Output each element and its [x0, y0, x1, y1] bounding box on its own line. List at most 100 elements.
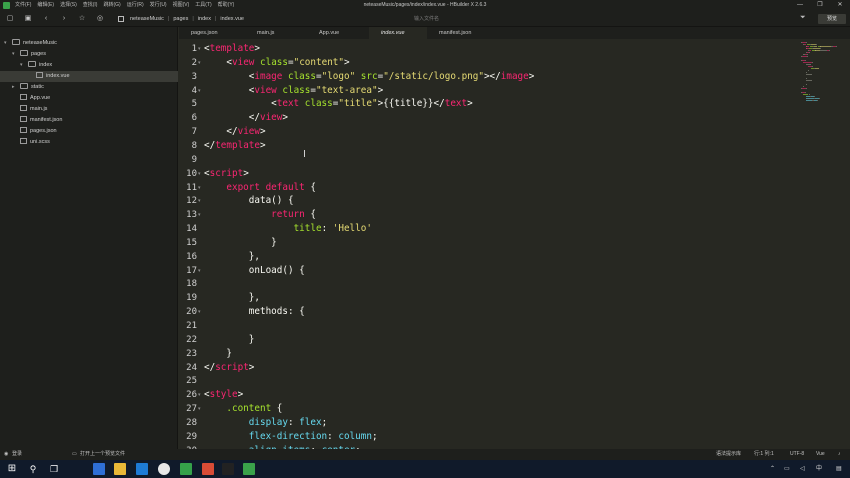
file-search-input[interactable]: 输入文件名 — [404, 14, 494, 24]
volume-icon[interactable]: ◁ — [800, 460, 805, 478]
minimap-stroke — [805, 72, 807, 73]
tree-item-index[interactable]: ▾ index — [20, 60, 52, 71]
cursor-position[interactable]: 行:1 列:1 — [754, 449, 774, 460]
fold-chevron-icon[interactable]: ▾ — [198, 84, 201, 98]
user-icon[interactable]: ◉ — [4, 449, 8, 460]
tree-item-uni-scss[interactable]: uni.scss — [20, 137, 50, 148]
syntax-hint-lib[interactable]: 语法提示库 — [716, 449, 741, 460]
bell-icon[interactable]: ♪ — [838, 449, 841, 460]
fold-chevron-icon[interactable]: ▾ — [198, 388, 201, 402]
code-token: image — [500, 70, 529, 82]
breadcrumb-pages[interactable]: pages — [173, 16, 188, 22]
breadcrumb-project[interactable]: neteaseMusic — [130, 16, 164, 22]
tree-item-index-vue[interactable]: index.vue — [0, 71, 178, 82]
tab-pages-json[interactable]: pages.json — [179, 27, 245, 39]
save-icon[interactable]: ▣ — [24, 14, 32, 23]
code-token: < — [204, 98, 277, 110]
forward-icon[interactable]: › — [60, 14, 68, 23]
fold-chevron-icon[interactable]: ▾ — [198, 264, 201, 278]
fold-chevron-icon[interactable]: ▾ — [198, 194, 201, 208]
code-token: > — [243, 167, 249, 179]
code-token: : — [321, 223, 333, 235]
fold-chevron-icon[interactable]: ▾ — [198, 181, 201, 195]
line-number: 5 — [191, 99, 197, 110]
code-token: : — [287, 416, 300, 428]
tree-item-main-js[interactable]: main.js — [20, 104, 47, 115]
chrome-icon[interactable] — [158, 463, 170, 475]
ime-icon[interactable]: 中 — [816, 460, 822, 478]
file-explorer-icon[interactable] — [114, 463, 126, 475]
tree-item-manifest-json[interactable]: manifest.json — [20, 115, 62, 126]
maximize-button[interactable]: ❐ — [810, 0, 830, 11]
fold-chevron-icon[interactable]: ▾ — [198, 208, 201, 222]
task-view-icon[interactable]: ❐ — [48, 463, 60, 475]
windows-start-icon[interactable]: ⊞ — [6, 463, 18, 475]
login-link[interactable]: 登录 — [12, 449, 22, 460]
back-icon[interactable]: ‹ — [42, 14, 50, 23]
run-icon[interactable]: ◎ — [96, 14, 104, 23]
filter-icon[interactable]: ⏷ — [800, 14, 806, 22]
minimap-stroke — [803, 94, 809, 95]
line-number: 22 — [186, 334, 197, 345]
fold-chevron-icon[interactable]: ▾ — [198, 402, 201, 416]
minimap-stroke — [816, 44, 817, 45]
tree-item-pages-json[interactable]: pages.json — [20, 126, 57, 137]
code-token: ; — [321, 416, 328, 428]
close-button[interactable]: ✕ — [830, 0, 850, 11]
code-line: <template> — [204, 42, 260, 56]
tab-app-vue[interactable]: App.vue — [307, 27, 369, 39]
code-line: <view class="content"> — [204, 56, 349, 70]
app-icon-red[interactable] — [202, 463, 214, 475]
fold-chevron-icon[interactable]: ▾ — [198, 56, 201, 70]
code-token: class — [260, 56, 288, 68]
chevron-right-icon: ▸ — [12, 84, 15, 90]
code-line: <style> — [204, 388, 243, 402]
tree-item-project[interactable]: ▾ neteaseMusic — [4, 38, 57, 49]
app-icon-1[interactable] — [93, 463, 105, 475]
tab-index-vue[interactable]: index.vue — [369, 27, 427, 39]
hbuilder-icon[interactable] — [180, 463, 192, 475]
tab-manifest-json[interactable]: manifest.json — [427, 27, 501, 39]
terminal-icon[interactable] — [222, 463, 234, 475]
tree-item-app-vue[interactable]: App.vue — [20, 93, 50, 104]
encoding[interactable]: UTF-8 — [790, 449, 804, 460]
line-number: 1 — [191, 44, 197, 54]
tab-main-js[interactable]: main.js — [245, 27, 307, 39]
notification-icon[interactable]: ▤ — [836, 460, 842, 478]
code-token: { — [304, 209, 316, 221]
hbuilderx-icon[interactable] — [243, 463, 255, 475]
line-number: 28 — [186, 417, 197, 428]
code-token: : — [327, 430, 339, 442]
breadcrumb-index[interactable]: index — [198, 16, 211, 22]
fold-chevron-icon[interactable]: ▾ — [198, 305, 201, 319]
minimap-stroke — [835, 46, 837, 47]
file-icon — [36, 72, 43, 78]
code-token: > — [282, 112, 288, 124]
new-file-icon[interactable]: ▢ — [6, 14, 14, 23]
status-hint[interactable]: 打开上一个预览文件 — [80, 449, 125, 460]
tree-item-pages[interactable]: ▾ pages — [12, 49, 46, 60]
minimap-stroke — [805, 74, 812, 75]
fold-chevron-icon[interactable]: ▾ — [198, 167, 201, 181]
code-token: view — [254, 84, 277, 96]
tray-chevron-icon[interactable]: ⌃ — [770, 460, 775, 478]
network-icon[interactable]: ▭ — [784, 460, 790, 478]
code-editor[interactable]: 1 ▾ 2 ▾ 3 4 ▾ 5 6 7 8 9 10 ▾ 11 ▾ 12 ▾ 13 ▾ 14 15 16 17 ▾ 18 19 20 ▾… — [179, 39, 799, 449]
code-line: methods: { — [204, 305, 305, 319]
preview-button[interactable]: 预览 — [818, 14, 846, 24]
window-title: neteaseMusic/pages/index/index.vue - HBu… — [363, 2, 487, 8]
fold-chevron-icon[interactable]: ▾ — [198, 42, 201, 56]
code-token: text — [444, 98, 468, 110]
line-number: 10 — [186, 168, 197, 179]
code-line: flex-direction: column; — [204, 430, 378, 444]
vscode-icon[interactable] — [136, 463, 148, 475]
minimize-button[interactable]: — — [790, 0, 810, 11]
search-icon[interactable]: ⚲ — [27, 463, 39, 475]
tree-item-static[interactable]: ▸ static — [12, 82, 44, 93]
star-icon[interactable]: ☆ — [78, 14, 86, 23]
breadcrumb-file[interactable]: index.vue — [220, 16, 244, 22]
language-mode[interactable]: Vue — [816, 449, 825, 460]
minimap-stroke — [804, 92, 806, 93]
minimap[interactable] — [799, 39, 850, 449]
